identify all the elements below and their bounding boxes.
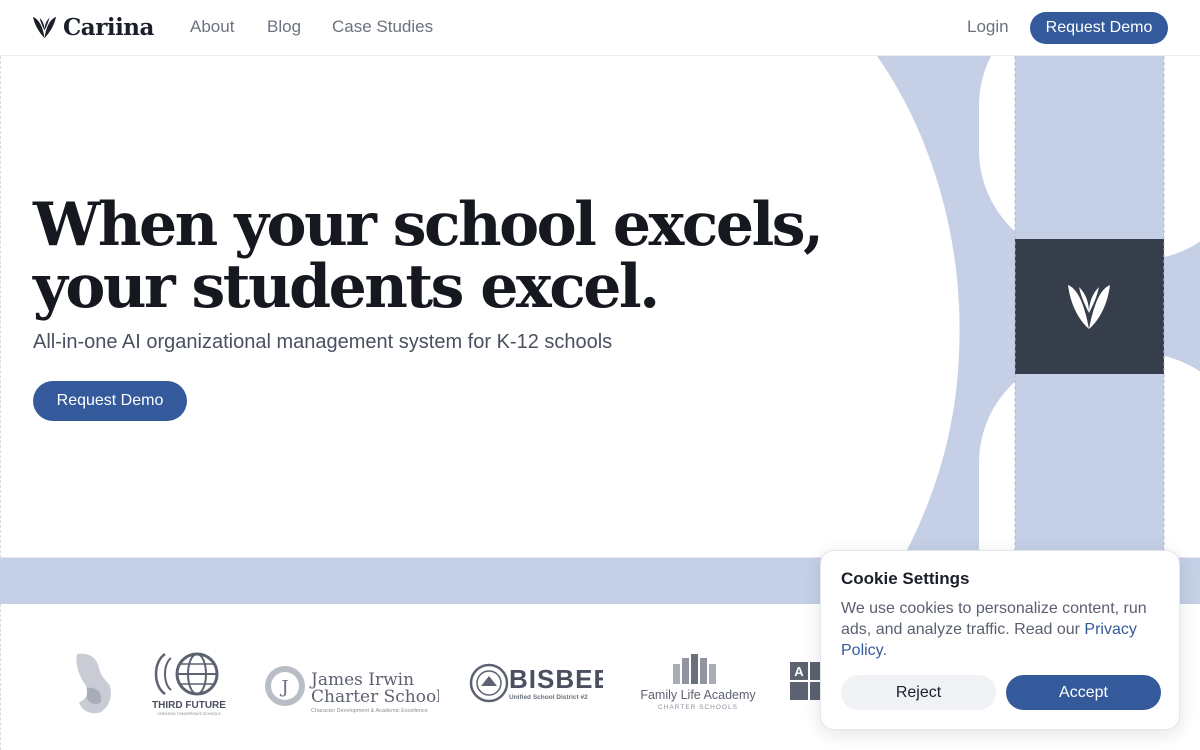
cookie-title: Cookie Settings [841,569,970,588]
hero-section: When your school excels, your students e… [0,56,1200,558]
james-irwin-line2: Charter Schools [311,687,439,707]
partner-logo-statue [76,653,111,714]
headline-line-1: When your school excels, [33,190,824,260]
cariina-leaf-icon [32,16,57,39]
partner-logo-james-irwin: J James Irwin Charter Schools Character … [265,666,439,714]
brand-logo[interactable]: Cariina [32,14,154,41]
james-irwin-tagline: Character Development & Academic Excelle… [311,708,428,714]
top-nav: Cariina About Blog Case Studies Login Re… [0,0,1200,56]
login-link[interactable]: Login [967,17,1009,37]
cookie-accept-button[interactable]: Accept [1006,675,1161,710]
bisbee-name: BISBEE [509,664,603,694]
cookie-body: We use cookies to personalize content, r… [841,598,1159,661]
cookie-banner: Cookie Settings We use cookies to person… [820,550,1180,730]
cookie-actions: Reject Accept [841,675,1161,710]
third-future-tagline: CREATING TOMORROW'S SCHOOLS [158,712,222,716]
hero-request-demo-button[interactable]: Request Demo [33,381,187,421]
partner-logo-third-future: THIRD FUTURE CREATING TOMORROW'S SCHOOLS [152,652,226,716]
family-life-name: Family Life Academy [640,688,756,702]
headline-line-2: your students excel. [33,252,660,322]
nav-link-case-studies[interactable]: Case Studies [332,17,433,37]
third-future-name: THIRD FUTURE [152,700,226,711]
svg-text:A: A [794,664,804,679]
family-life-tagline: CHARTER SCHOOLS [658,704,738,711]
cookie-reject-button[interactable]: Reject [841,675,996,710]
hero-headline: When your school excels, your students e… [33,190,824,322]
hero-subhead: All-in-one AI organizational management … [33,331,613,353]
partner-logo-family-life: Family Life Academy CHARTER SCHOOLS [640,654,756,711]
bisbee-tagline: Unified School District #2 [509,694,588,701]
cookie-body-period: . [882,642,887,659]
nav-request-demo-button[interactable]: Request Demo [1030,12,1168,44]
nav-link-blog[interactable]: Blog [267,17,301,37]
nav-link-about[interactable]: About [190,17,234,37]
brand-name: Cariina [63,14,154,41]
partner-logo-bisbee: BISBEE Unified School District #2 [469,663,603,703]
svg-text:J: J [279,677,288,698]
